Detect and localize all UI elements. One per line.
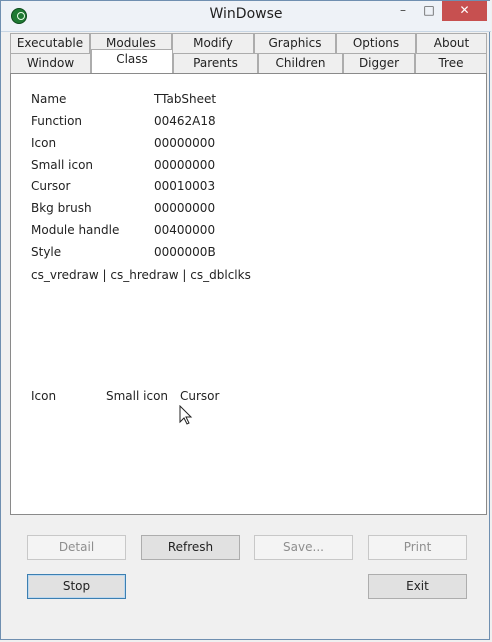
maximize-button[interactable]: □ <box>416 1 442 21</box>
property-row-icon: Icon 00000000 <box>31 136 271 156</box>
small-icon-preview-label: Small icon <box>106 389 169 403</box>
tab-options[interactable]: Options <box>336 33 416 53</box>
property-value: 00000000 <box>154 158 216 172</box>
tab-parents[interactable]: Parents <box>173 53 258 73</box>
property-row-small-icon: Small icon 00000000 <box>31 158 271 178</box>
property-row-bkg-brush: Bkg brush 00000000 <box>31 201 271 221</box>
minimize-button[interactable]: – <box>390 1 416 21</box>
property-value: 00010003 <box>154 179 216 193</box>
property-row-module-handle: Module handle 00400000 <box>31 223 271 243</box>
save-button[interactable]: Save... <box>254 535 353 560</box>
property-label: Cursor <box>31 179 71 193</box>
property-label: Style <box>31 245 62 259</box>
tab-digger[interactable]: Digger <box>343 53 415 73</box>
stop-button[interactable]: Stop <box>27 574 126 599</box>
property-label: Small icon <box>31 158 94 172</box>
tab-class[interactable]: Class <box>91 49 173 73</box>
tab-executable[interactable]: Executable <box>10 33 90 53</box>
property-value: 00000000 <box>154 201 216 215</box>
property-label: Bkg brush <box>31 201 92 215</box>
close-button[interactable]: ✕ <box>442 1 487 21</box>
print-button[interactable]: Print <box>368 535 467 560</box>
tab-tree[interactable]: Tree <box>415 53 487 73</box>
tab-strip: Executable Modules Modify Graphics Optio… <box>10 33 487 75</box>
exit-button[interactable]: Exit <box>368 574 467 599</box>
property-value: 00400000 <box>154 223 216 237</box>
property-label: Icon <box>31 136 57 150</box>
property-value: 00000000 <box>154 136 216 150</box>
property-row-name: Name TTabSheet <box>31 92 271 112</box>
detail-button[interactable]: Detail <box>27 535 126 560</box>
tab-about[interactable]: About <box>416 33 487 53</box>
class-info-panel: Name TTabSheet Function 00462A18 Icon 00… <box>10 73 487 515</box>
cursor-preview-label: Cursor <box>180 389 220 403</box>
tab-children[interactable]: Children <box>258 53 343 73</box>
title-bar[interactable]: WinDowse – □ ✕ <box>1 1 491 32</box>
tab-graphics[interactable]: Graphics <box>254 33 336 53</box>
property-label: Name <box>31 92 67 106</box>
property-label: Function <box>31 114 83 128</box>
icon-preview-label: Icon <box>31 389 57 403</box>
property-label: Module handle <box>31 223 120 237</box>
tab-window[interactable]: Window <box>10 53 91 73</box>
property-value: 0000000B <box>154 245 216 259</box>
property-row-style: Style 0000000B <box>31 245 271 265</box>
property-value: 00462A18 <box>154 114 216 128</box>
arrow-cursor-icon <box>179 405 193 425</box>
refresh-button[interactable]: Refresh <box>141 535 240 560</box>
style-flags-text: cs_vredraw | cs_hredraw | cs_dblclks <box>31 268 251 282</box>
property-row-cursor: Cursor 00010003 <box>31 179 271 199</box>
main-window: WinDowse – □ ✕ Executable Modules Modify… <box>0 0 491 640</box>
property-row-function: Function 00462A18 <box>31 114 271 134</box>
tab-modify[interactable]: Modify <box>172 33 254 53</box>
property-value: TTabSheet <box>154 92 217 106</box>
